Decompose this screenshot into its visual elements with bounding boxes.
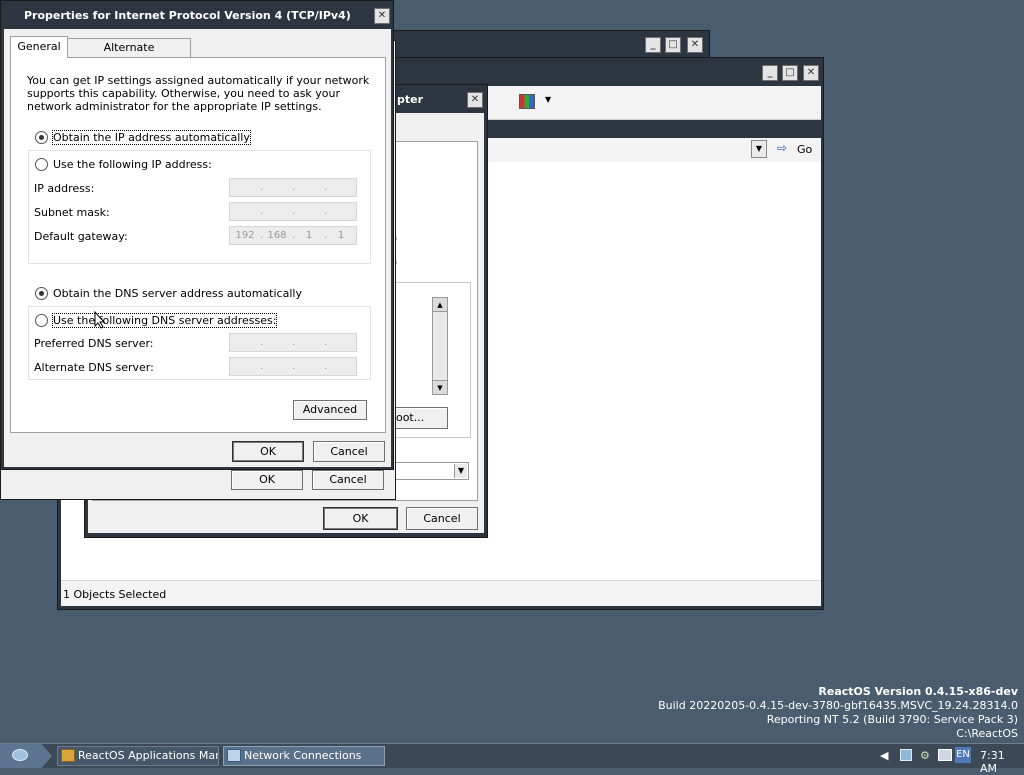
go-icon[interactable]: ⇨	[777, 141, 787, 155]
ok-label: OK	[352, 512, 369, 525]
network-connections-icon	[227, 749, 241, 762]
dialog-body: General Alternate Configuration You can …	[4, 29, 391, 467]
advanced-button[interactable]: Advanced	[293, 400, 367, 420]
obtain-dns-auto-radio[interactable]	[35, 287, 48, 300]
cancel-button[interactable]: Cancel	[312, 470, 384, 490]
cancel-label: Cancel	[423, 512, 461, 525]
combo-fragment[interactable]: ▼	[389, 462, 469, 480]
tab-alternate-configuration[interactable]: Alternate Configuration	[67, 38, 191, 71]
ip-address-field[interactable]: ...	[229, 178, 357, 197]
alternate-dns-label: Alternate DNS server:	[34, 361, 154, 374]
obtain-ip-auto-radio[interactable]	[35, 131, 48, 144]
address-dropdown-button[interactable]: ▼	[751, 140, 767, 158]
build-info: Build 20220205-0.4.15-dev-3780-gbf16435.…	[658, 699, 1018, 712]
cancel-label: Cancel	[329, 473, 367, 486]
taskbar-item-label: Network Connections	[244, 749, 362, 762]
background-window-1: _ □ ✕	[380, 30, 710, 60]
troubleshoot-button[interactable]: hoot...	[388, 407, 448, 429]
ip-address-label: IP address:	[34, 182, 95, 195]
system-path: C:\ReactOS	[956, 727, 1018, 740]
language-indicator[interactable]: EN	[955, 747, 971, 763]
advanced-label: Advanced	[302, 403, 358, 416]
use-following-ip-radio[interactable]	[35, 158, 48, 171]
safely-remove-icon[interactable]: ⚙	[920, 749, 930, 762]
status-bar: 1 Objects Selected	[61, 580, 821, 606]
os-version: ReactOS Version 0.4.15-x86-dev	[818, 685, 1018, 698]
maximize-button[interactable]: □	[782, 65, 798, 81]
obtain-ip-auto-label[interactable]: Obtain the IP address automatically	[52, 130, 251, 145]
speaker-icon[interactable]: ◀	[880, 749, 888, 762]
start-icon	[12, 749, 28, 761]
scrollbar[interactable]: ▲ ▼	[432, 297, 448, 395]
components-groupbox: ▲ ▼ hoot...	[388, 282, 471, 438]
clock[interactable]: 7:31 AM	[980, 749, 1024, 775]
intro-text: You can get IP settings assigned automat…	[27, 74, 370, 113]
obtain-dns-auto-label[interactable]: Obtain the DNS server address automatica…	[53, 287, 302, 300]
tab-general-label: General	[17, 40, 61, 53]
cancel-label: Cancel	[330, 445, 368, 458]
minimize-button[interactable]: _	[762, 65, 778, 81]
version-info: ReactOS Version 0.4.15-x86-dev Build 202…	[658, 685, 1018, 741]
ipv4-properties-window: Properties for Internet Protocol Version…	[0, 0, 394, 470]
applications-manager-icon	[61, 749, 75, 762]
tab-general[interactable]: General	[10, 36, 68, 58]
close-button[interactable]: ✕	[803, 65, 819, 81]
network-icon[interactable]	[900, 749, 912, 761]
dialog-title: Properties for Internet Protocol Version…	[24, 9, 351, 22]
close-button[interactable]: ✕	[467, 92, 483, 108]
taskbar-item-applications-manager[interactable]: ReactOS Applications Mana...	[57, 746, 219, 766]
dialog-title: pter	[397, 93, 424, 106]
gateway-octet-4: 1	[337, 230, 345, 241]
default-gateway-label: Default gateway:	[34, 230, 128, 243]
taskbar-item-network-connections[interactable]: Network Connections	[223, 746, 385, 766]
status-text: 1 Objects Selected	[63, 588, 167, 601]
cancel-button[interactable]: Cancel	[406, 507, 478, 530]
alternate-dns-field[interactable]: ...	[229, 357, 357, 376]
ok-button[interactable]: OK	[232, 441, 304, 462]
maximize-button[interactable]: □	[665, 37, 681, 53]
gateway-octet-2: 168	[267, 230, 287, 241]
chevron-down-icon[interactable]: ▼	[454, 464, 467, 478]
subnet-mask-label: Subnet mask:	[34, 206, 110, 219]
ok-button[interactable]: OK	[323, 507, 398, 530]
gateway-octet-3: 1	[305, 230, 313, 241]
general-panel: You can get IP settings assigned automat…	[10, 57, 386, 433]
taskbar-item-label: ReactOS Applications Mana...	[78, 749, 218, 762]
preferred-dns-label: Preferred DNS server:	[34, 337, 154, 350]
taskbar: ReactOS Applications Mana... Network Con…	[0, 743, 1024, 775]
subnet-mask-field[interactable]: ...	[229, 202, 357, 221]
system-tray: ◀ ⚙ EN 7:31 AM	[876, 744, 1024, 775]
gateway-octet-1: 192	[235, 230, 255, 241]
use-following-dns-label[interactable]: Use the following DNS server addresses:	[51, 313, 278, 328]
network-connection-icon[interactable]	[938, 749, 952, 761]
cancel-button[interactable]: Cancel	[313, 441, 385, 462]
minimize-button[interactable]: _	[645, 37, 661, 53]
close-button[interactable]: ✕	[687, 37, 703, 53]
go-label[interactable]: Go	[797, 143, 812, 156]
use-following-dns-radio[interactable]	[35, 314, 48, 327]
reporting-info: Reporting NT 5.2 (Build 3790: Service Pa…	[766, 713, 1018, 726]
scroll-down-button[interactable]: ▼	[433, 380, 447, 394]
preferred-dns-field[interactable]: ...	[229, 333, 357, 352]
close-button[interactable]: ✕	[374, 8, 390, 24]
views-icon[interactable]	[519, 94, 535, 109]
default-gateway-field[interactable]: 192 . 168 . 1 . 1	[229, 226, 357, 245]
ok-label: OK	[259, 473, 275, 486]
scroll-up-button[interactable]: ▲	[433, 298, 447, 312]
ok-button[interactable]: OK	[231, 470, 303, 490]
use-following-ip-label[interactable]: Use the following IP address:	[53, 158, 212, 171]
chevron-down-icon[interactable]: ▼	[545, 95, 551, 104]
start-button[interactable]	[0, 744, 52, 768]
ok-label: OK	[260, 445, 276, 458]
mouse-cursor-icon	[94, 311, 106, 329]
